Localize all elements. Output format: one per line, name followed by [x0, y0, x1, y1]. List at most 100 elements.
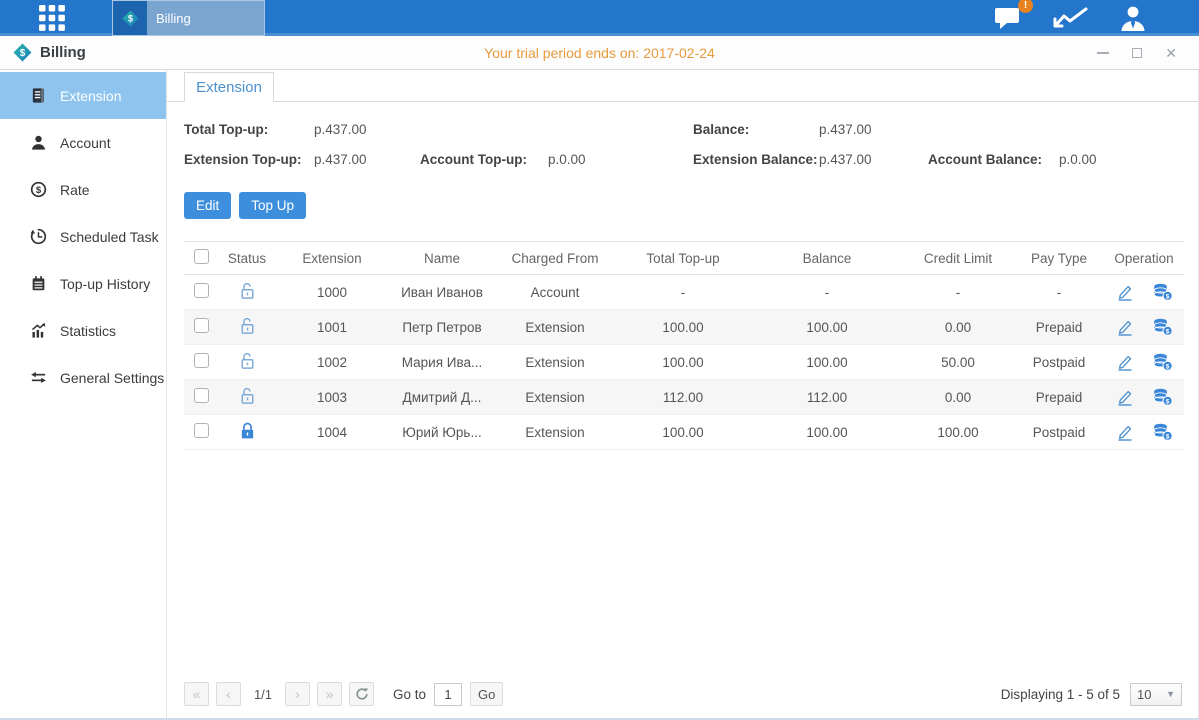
close-button[interactable]: ✕ [1165, 46, 1177, 60]
row-checkbox[interactable] [194, 388, 209, 403]
taskbar-item-billing[interactable]: $ Billing [112, 0, 265, 36]
table-row: 1000 Иван Иванов Account - - - - [184, 275, 1184, 310]
sidebar-item-label: Rate [60, 182, 90, 198]
cell-charged-from: Extension [496, 380, 614, 415]
sidebar-item-rate[interactable]: $ Rate [0, 166, 166, 213]
svg-text:$: $ [1165, 433, 1169, 440]
edit-row-icon[interactable] [1116, 284, 1134, 301]
last-page-button[interactable]: » [317, 682, 342, 706]
scheduled-task-icon [30, 228, 47, 245]
row-checkbox[interactable] [194, 318, 209, 333]
cell-balance: - [752, 275, 902, 310]
extension-balance-label: Extension Balance: [693, 152, 819, 167]
table-row: 1004 Юрий Юрь... Extension 100.00 100.00… [184, 415, 1184, 450]
sidebar-item-label: Extension [60, 88, 121, 104]
col-pay-type: Pay Type [1014, 242, 1104, 275]
tab-extension[interactable]: Extension [184, 72, 274, 102]
col-total-topup: Total Top-up [614, 242, 752, 275]
topup-row-icon[interactable]: $ [1152, 353, 1173, 371]
sidebar-item-label: Top-up History [60, 276, 150, 292]
topup-row-icon[interactable]: $ [1152, 318, 1173, 336]
edit-row-icon[interactable] [1116, 319, 1134, 336]
account-topup-value: p.0.00 [548, 152, 693, 167]
toolbar: Edit Top Up [167, 167, 1198, 219]
cell-pay-type: Prepaid [1014, 380, 1104, 415]
next-page-button[interactable]: › [285, 682, 310, 706]
row-checkbox[interactable] [194, 423, 209, 438]
edit-row-icon[interactable] [1116, 424, 1134, 441]
first-page-button[interactable]: « [184, 682, 209, 706]
cell-name: Петр Петров [388, 310, 496, 345]
billing-app-icon: $ [13, 43, 32, 62]
sidebar-item-general-settings[interactable]: General Settings [0, 354, 166, 401]
cell-credit-limit: 0.00 [902, 380, 1014, 415]
goto-page-input[interactable] [434, 683, 462, 706]
sidebar-item-account[interactable]: Account [0, 119, 166, 166]
cell-balance: 112.00 [752, 380, 902, 415]
cell-balance: 100.00 [752, 415, 902, 450]
displaying-text: Displaying 1 - 5 of 5 [1001, 687, 1120, 702]
minimize-button[interactable] [1097, 52, 1109, 54]
cell-credit-limit: 0.00 [902, 310, 1014, 345]
main-content: Extension Total Top-up: p.437.00 Extensi… [167, 70, 1198, 718]
refresh-button[interactable] [349, 682, 374, 706]
person-icon [1119, 5, 1147, 31]
topup-history-icon [30, 275, 47, 292]
cell-pay-type: Postpaid [1014, 415, 1104, 450]
lock-open-icon [238, 386, 257, 406]
edit-row-icon[interactable] [1116, 354, 1134, 371]
extension-table-body: 1000 Иван Иванов Account - - - - [184, 275, 1184, 450]
sidebar-item-label: Scheduled Task [60, 229, 159, 245]
account-icon [30, 134, 47, 151]
sidebar-item-extension[interactable]: Extension [0, 72, 166, 119]
notification-badge: ! [1018, 0, 1033, 13]
sidebar-item-scheduled-task[interactable]: Scheduled Task [0, 213, 166, 260]
svg-text:$: $ [1165, 328, 1169, 335]
topup-row-icon[interactable]: $ [1152, 283, 1173, 301]
col-name: Name [388, 242, 496, 275]
maximize-button[interactable] [1132, 48, 1142, 58]
chevron-down-icon: ▼ [1166, 689, 1175, 699]
pagination-bar: « ‹ 1/1 › » Go to Go Displaying 1 - 5 of… [167, 676, 1198, 712]
topup-button[interactable]: Top Up [239, 192, 306, 219]
edit-button[interactable]: Edit [184, 192, 231, 219]
svg-text:$: $ [36, 185, 42, 196]
cell-pay-type: Prepaid [1014, 310, 1104, 345]
row-checkbox[interactable] [194, 353, 209, 368]
total-topup-label: Total Top-up: [184, 122, 314, 137]
col-extension: Extension [276, 242, 388, 275]
cell-extension: 1000 [276, 275, 388, 310]
total-topup-value: p.437.00 [314, 122, 420, 137]
cell-extension: 1001 [276, 310, 388, 345]
cell-charged-from: Extension [496, 310, 614, 345]
lock-open-icon [238, 281, 257, 301]
app-grid-icon[interactable] [34, 0, 70, 36]
notifications-icon[interactable]: ! [994, 6, 1023, 30]
taskbar: $ Billing ! [0, 0, 1199, 36]
topup-row-icon[interactable]: $ [1152, 388, 1173, 406]
edit-row-icon[interactable] [1116, 389, 1134, 406]
go-button[interactable]: Go [470, 682, 503, 706]
cell-charged-from: Account [496, 275, 614, 310]
cell-name: Дмитрий Д... [388, 380, 496, 415]
cell-extension: 1003 [276, 380, 388, 415]
user-menu-icon[interactable] [1119, 5, 1147, 31]
balance-value: p.437.00 [819, 122, 928, 137]
extension-balance-value: p.437.00 [819, 152, 928, 167]
row-checkbox[interactable] [194, 283, 209, 298]
sidebar: Extension Account $ Rate Scheduled Task [0, 70, 167, 718]
page-size-select[interactable]: 10 ▼ [1130, 683, 1182, 706]
prev-page-button[interactable]: ‹ [216, 682, 241, 706]
taskbar-item-label: Billing [147, 11, 191, 26]
cell-balance: 100.00 [752, 345, 902, 380]
cell-name: Мария Ива... [388, 345, 496, 380]
svg-text:$: $ [20, 48, 26, 59]
reports-icon[interactable] [1053, 6, 1089, 30]
select-all-checkbox[interactable] [194, 249, 209, 264]
cell-name: Иван Иванов [388, 275, 496, 310]
sidebar-item-topup-history[interactable]: Top-up History [0, 260, 166, 307]
sidebar-item-statistics[interactable]: Statistics [0, 307, 166, 354]
topup-row-icon[interactable]: $ [1152, 423, 1173, 441]
table-row: 1002 Мария Ива... Extension 100.00 100.0… [184, 345, 1184, 380]
page-indicator: 1/1 [248, 687, 278, 702]
